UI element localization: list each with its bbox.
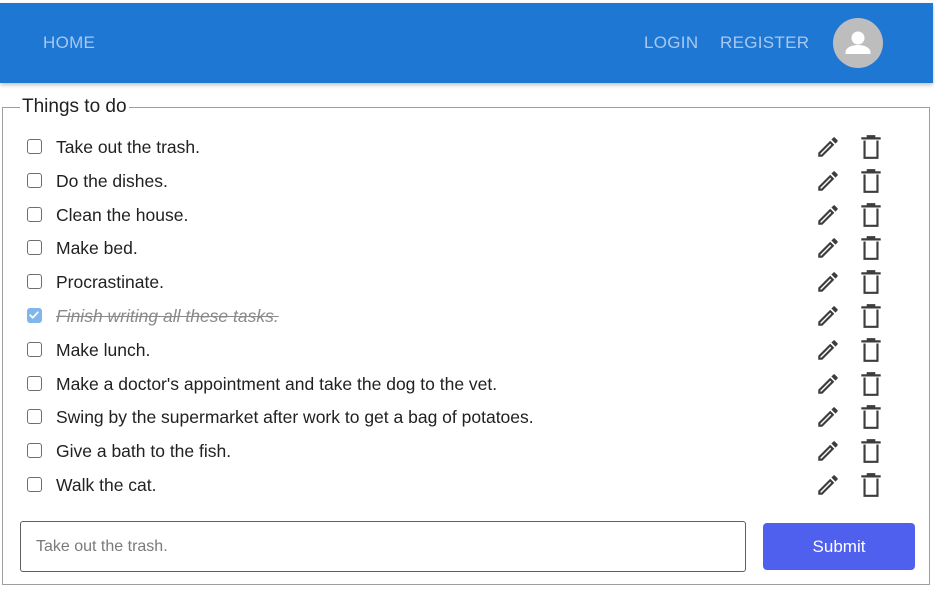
task-checkbox[interactable] [27, 139, 42, 154]
pencil-icon[interactable] [815, 168, 841, 194]
trash-icon[interactable] [858, 234, 884, 262]
pencil-icon[interactable] [815, 337, 841, 363]
task-row: Make lunch. [3, 333, 929, 367]
task-row: Take out the trash. [3, 130, 929, 164]
trash-icon[interactable] [858, 437, 884, 465]
task-row: Finish writing all these tasks. [3, 299, 929, 333]
pencil-icon[interactable] [815, 472, 841, 498]
trash-icon[interactable] [858, 201, 884, 229]
pencil-icon[interactable] [815, 438, 841, 464]
new-task-input[interactable] [20, 521, 746, 572]
task-row: Make bed. [3, 231, 929, 265]
task-row: Do the dishes. [3, 164, 929, 198]
nav-home-link[interactable]: HOME [43, 3, 95, 83]
todo-list-title: Things to do [20, 96, 129, 118]
pencil-icon[interactable] [815, 134, 841, 160]
task-label: Make bed. [56, 238, 138, 259]
app-bar: HOME LOGIN REGISTER [0, 3, 933, 83]
task-checkbox[interactable] [27, 341, 42, 357]
task-label: Procrastinate. [56, 272, 164, 293]
task-row: Make a doctor's appointment and take the… [3, 367, 929, 401]
task-label: Take out the trash. [56, 137, 200, 157]
trash-icon[interactable] [858, 133, 884, 161]
task-checkbox[interactable] [27, 274, 42, 290]
trash-icon[interactable] [858, 302, 884, 330]
task-row: Walk the cat. [3, 468, 929, 502]
trash-icon[interactable] [858, 403, 884, 431]
task-label: Finish writing all these tasks. [56, 306, 279, 326]
pencil-icon[interactable] [815, 202, 841, 228]
pencil-icon[interactable] [815, 235, 841, 261]
nav-login-link[interactable]: LOGIN [644, 3, 698, 83]
task-label: Give a bath to the fish. [56, 441, 232, 462]
task-checkbox[interactable] [27, 240, 42, 256]
task-checkbox[interactable] [27, 477, 42, 492]
nav-register-link[interactable]: REGISTER [720, 3, 809, 83]
trash-icon[interactable] [858, 336, 884, 364]
trash-icon[interactable] [858, 370, 884, 398]
pencil-icon[interactable] [815, 371, 841, 397]
task-checkbox[interactable] [27, 409, 42, 425]
task-label: Swing by the supermarket after work to g… [56, 407, 534, 428]
task-checkbox[interactable] [27, 206, 42, 222]
task-checkbox[interactable] [27, 308, 42, 323]
task-label: Make lunch. [56, 339, 151, 360]
task-checkbox[interactable] [27, 375, 42, 391]
trash-icon[interactable] [858, 268, 884, 296]
task-row: Procrastinate. [3, 265, 929, 299]
task-label: Make a doctor's appointment and take the… [56, 373, 498, 394]
task-row: Give a bath to the fish. [3, 434, 929, 468]
user-avatar-icon[interactable] [833, 18, 883, 68]
task-checkbox[interactable] [27, 172, 42, 188]
pencil-icon[interactable] [815, 303, 841, 329]
task-checkbox[interactable] [27, 443, 42, 459]
task-label: Clean the house. [56, 204, 189, 225]
submit-button[interactable]: Submit [763, 523, 915, 570]
task-row: Swing by the supermarket after work to g… [3, 400, 929, 434]
trash-icon[interactable] [858, 167, 884, 195]
pencil-icon[interactable] [815, 269, 841, 295]
todo-list-panel: Things to do Take out the trash. Do the d… [2, 96, 930, 585]
pencil-icon[interactable] [815, 404, 841, 430]
task-label: Do the dishes. [56, 170, 168, 191]
task-row: Clean the house. [3, 198, 929, 232]
task-label: Walk the cat. [56, 475, 157, 495]
trash-icon[interactable] [858, 471, 884, 499]
